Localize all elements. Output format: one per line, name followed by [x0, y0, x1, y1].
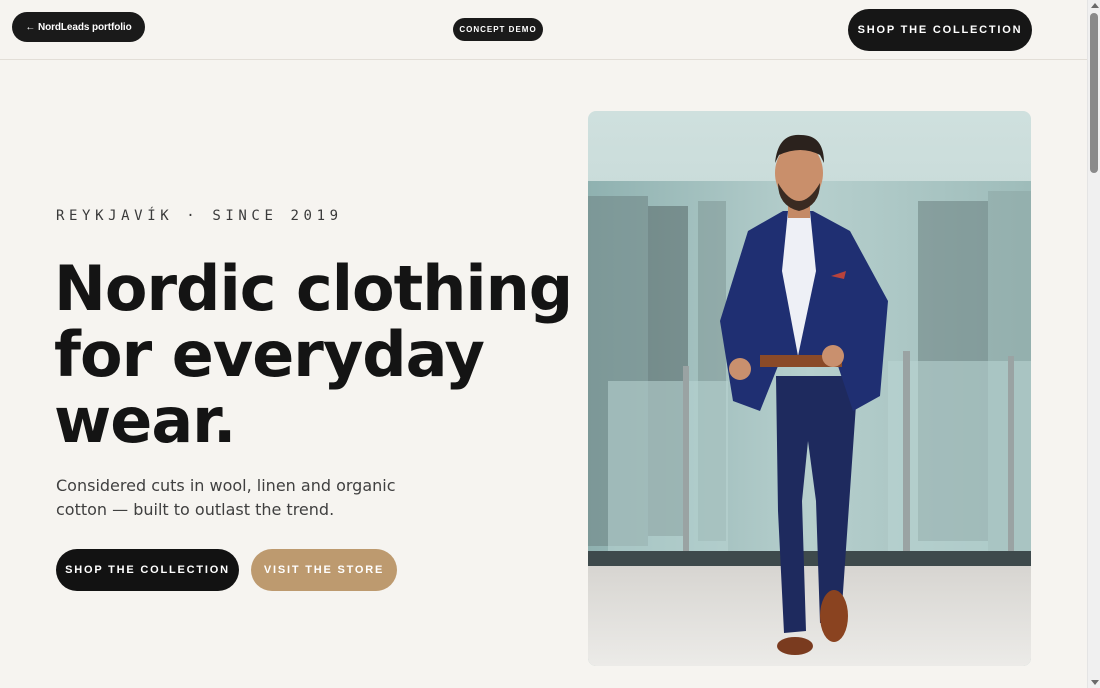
man-in-navy-suit-photo: [588, 111, 1031, 666]
scroll-down-arrow-icon[interactable]: [1091, 680, 1099, 685]
concept-demo-badge: CONCEPT DEMO: [453, 18, 543, 41]
hero-subtitle: Considered cuts in wool, linen and organ…: [56, 476, 396, 519]
header-shop-button[interactable]: SHOP THE COLLECTION: [848, 9, 1032, 51]
headline-line: for everyday: [54, 318, 485, 391]
hero-headline: Nordic clothing for everyday wear.: [54, 256, 574, 454]
top-bar: ← NordLeads portfolio CONCEPT DEMO SHOP …: [0, 0, 1087, 60]
portfolio-back-link[interactable]: ← NordLeads portfolio: [12, 12, 145, 42]
scroll-up-arrow-icon[interactable]: [1091, 3, 1099, 8]
headline-line: Nordic clothing: [54, 252, 573, 325]
page-scrollbar[interactable]: [1087, 0, 1100, 688]
shop-collection-button[interactable]: SHOP THE COLLECTION: [56, 549, 239, 591]
hero-photo: [588, 111, 1031, 666]
hero-eyebrow: REYKJAVÍK · SINCE 2019: [56, 208, 343, 224]
visit-store-button[interactable]: VISIT THE STORE: [251, 549, 397, 591]
headline-line: wear.: [54, 384, 236, 457]
scrollbar-thumb[interactable]: [1090, 13, 1098, 173]
